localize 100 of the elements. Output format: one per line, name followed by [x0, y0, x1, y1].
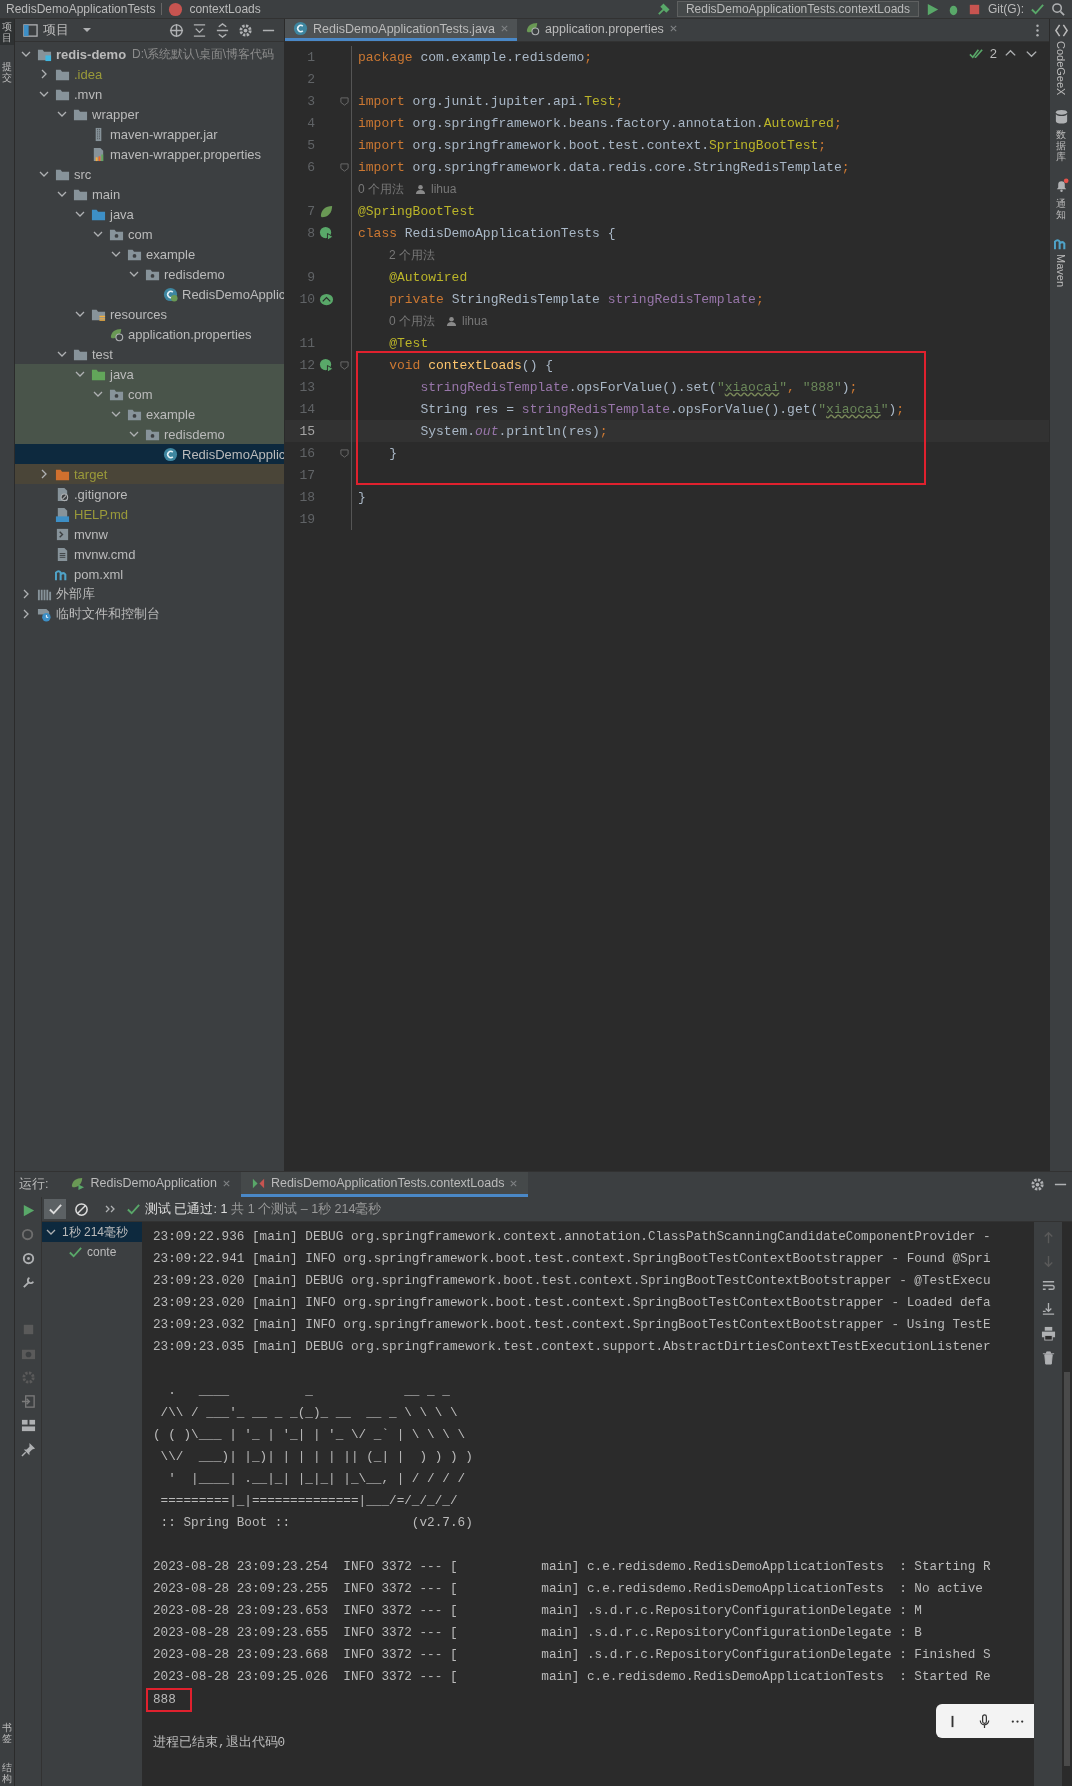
- tree-item[interactable]: application.properties: [15, 324, 284, 344]
- file-name[interactable]: mvnw.cmd: [74, 546, 136, 562]
- tool-window-tab[interactable]: CodeGeeX: [1053, 23, 1069, 96]
- tree-item[interactable]: redis-demo D:\系统默认\桌面\博客代码: [15, 44, 284, 64]
- breadcrumb-item[interactable]: RedisDemoApplicationTests: [6, 2, 156, 16]
- chevron-down-icon[interactable]: [57, 349, 67, 359]
- chevron-down-icon[interactable]: [57, 189, 67, 199]
- tree-item[interactable]: maven-wrapper.jar: [15, 124, 284, 144]
- chevron-right-icon[interactable]: [21, 609, 31, 619]
- tree-item[interactable]: example: [15, 404, 284, 424]
- chevron-down-icon[interactable]: [21, 49, 31, 59]
- tree-item[interactable]: src: [15, 164, 284, 184]
- run-icon[interactable]: [925, 1, 940, 17]
- search-icon[interactable]: [1051, 1, 1066, 17]
- file-name[interactable]: redis-demo: [56, 46, 127, 62]
- test-item[interactable]: 1秒 214毫秒: [42, 1222, 142, 1242]
- tree-item[interactable]: .mvn: [15, 84, 284, 104]
- file-name[interactable]: src: [74, 166, 92, 182]
- file-name[interactable]: main: [92, 186, 121, 202]
- file-name[interactable]: test: [92, 346, 113, 362]
- show-passed-toggle[interactable]: [44, 1199, 66, 1219]
- tree-item[interactable]: redisdemo: [15, 424, 284, 444]
- tree-item[interactable]: 临时文件和控制台: [15, 604, 284, 624]
- chevron-right-icon[interactable]: [39, 469, 49, 479]
- tree-item[interactable]: java: [15, 364, 284, 384]
- wrap-icon[interactable]: [1040, 1278, 1056, 1293]
- inspection-count[interactable]: 2: [989, 46, 997, 61]
- run-test-icon[interactable]: [318, 357, 334, 373]
- run-configuration-dropdown[interactable]: RedisDemoApplicationTests.contextLoads: [676, 1, 919, 17]
- chevron-down-icon[interactable]: [93, 229, 103, 239]
- file-name[interactable]: application.properties: [128, 326, 252, 342]
- chevron-down-icon[interactable]: [111, 249, 121, 259]
- chevron-down-icon[interactable]: [93, 389, 103, 399]
- chevron-down-icon[interactable]: [75, 309, 85, 319]
- expand-all-icon[interactable]: [192, 22, 207, 38]
- file-name[interactable]: redisdemo: [164, 266, 225, 282]
- file-name[interactable]: com: [128, 226, 153, 242]
- chevron-right-icon[interactable]: [21, 589, 31, 599]
- tool-window-tab[interactable]: 项目: [0, 19, 14, 45]
- editor-tab[interactable]: application.properties: [517, 19, 686, 41]
- file-name[interactable]: resources: [110, 306, 168, 322]
- tree-item[interactable]: wrapper: [15, 104, 284, 124]
- test-item[interactable]: conte: [42, 1242, 142, 1262]
- author-hint[interactable]: lihua: [431, 182, 457, 196]
- print-icon[interactable]: [1040, 1326, 1056, 1341]
- breadcrumb-item[interactable]: contextLoads: [189, 2, 261, 16]
- file-name[interactable]: com: [128, 386, 153, 402]
- file-name[interactable]: java: [110, 206, 134, 222]
- close-icon[interactable]: [668, 24, 678, 33]
- double-check-icon[interactable]: [968, 46, 984, 61]
- tree-item[interactable]: .idea: [15, 64, 284, 84]
- usage-hint[interactable]: 0 个用法: [358, 180, 404, 198]
- chevron-down-icon[interactable]: [57, 109, 67, 119]
- file-name[interactable]: redisdemo: [164, 426, 225, 442]
- file-name[interactable]: example: [146, 246, 196, 262]
- chevron-down-icon[interactable]: [39, 89, 49, 99]
- tool-window-tab[interactable]: 通知: [1053, 178, 1069, 223]
- collapse-all-icon[interactable]: [215, 22, 230, 38]
- chevron-down-icon[interactable]: [75, 209, 85, 219]
- exit-icon[interactable]: [20, 1394, 36, 1409]
- chevron-down-icon[interactable]: [39, 169, 49, 179]
- chevron-down-icon[interactable]: [129, 269, 139, 279]
- file-name[interactable]: maven-wrapper.jar: [110, 126, 218, 142]
- duration-label[interactable]: 1秒 214毫秒: [62, 1223, 129, 1241]
- chevron-down-icon[interactable]: [129, 429, 139, 439]
- target-icon[interactable]: [20, 1251, 36, 1266]
- file-name[interactable]: 外部库: [56, 585, 95, 603]
- scroll-to-end-icon[interactable]: [1040, 1302, 1056, 1317]
- chevron-right-icon[interactable]: [39, 69, 49, 79]
- tree-item[interactable]: .gitignore: [15, 484, 284, 504]
- file-name[interactable]: 临时文件和控制台: [56, 605, 160, 623]
- wrench-icon[interactable]: [20, 1275, 36, 1290]
- settings-icon[interactable]: [238, 22, 253, 38]
- tool-window-tab[interactable]: 结构: [0, 1760, 14, 1786]
- tree-item[interactable]: maven-wrapper.properties: [15, 144, 284, 164]
- file-name[interactable]: .gitignore: [74, 486, 128, 502]
- tree-item[interactable]: mvnw.cmd: [15, 544, 284, 564]
- tool-window-tab[interactable]: 数据库: [1053, 109, 1069, 165]
- run-tab[interactable]: RedisDemoApplication: [60, 1172, 241, 1197]
- chevron-down-icon[interactable]: [111, 409, 121, 419]
- file-name[interactable]: maven-wrapper.properties: [110, 146, 262, 162]
- file-name[interactable]: HELP.md: [74, 506, 128, 522]
- layout-icon[interactable]: [20, 1418, 36, 1433]
- tool-window-tab[interactable]: 书签: [0, 1720, 14, 1746]
- file-name[interactable]: target: [74, 466, 108, 482]
- chevron-down-icon[interactable]: [46, 1227, 56, 1237]
- pin-icon[interactable]: [20, 1442, 36, 1457]
- check-icon[interactable]: [1030, 1, 1045, 17]
- tree-item[interactable]: com: [15, 224, 284, 244]
- file-name[interactable]: wrapper: [92, 106, 139, 122]
- chevron-down-icon[interactable]: [75, 369, 85, 379]
- tree-item[interactable]: test: [15, 344, 284, 364]
- tree-item[interactable]: main: [15, 184, 284, 204]
- hammer-icon[interactable]: [655, 1, 671, 17]
- file-name[interactable]: example: [146, 406, 196, 422]
- project-view-dropdown[interactable]: 项目: [19, 21, 96, 39]
- tree-item[interactable]: 外部库: [15, 584, 284, 604]
- tree-item[interactable]: resources: [15, 304, 284, 324]
- file-name[interactable]: pom.xml: [74, 566, 124, 582]
- author-hint[interactable]: lihua: [462, 314, 488, 328]
